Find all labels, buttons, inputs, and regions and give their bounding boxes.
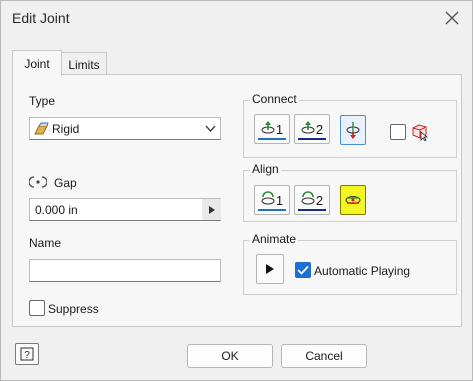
dialog-title: Edit Joint <box>12 10 70 26</box>
suppress-label: Suppress <box>48 302 99 316</box>
type-value: Rigid <box>52 122 80 136</box>
chevron-down-icon <box>205 125 216 132</box>
svg-text:?: ? <box>24 350 30 361</box>
play-icon <box>266 264 274 274</box>
name-input[interactable] <box>29 259 221 282</box>
rigid-joint-icon <box>34 122 49 135</box>
suppress-checkbox[interactable] <box>29 300 45 316</box>
tab-joint[interactable]: Joint <box>12 50 62 76</box>
automatic-playing-checkbox[interactable] <box>295 262 311 278</box>
connect-flip-button[interactable] <box>340 115 366 145</box>
flip-align-icon <box>345 196 361 204</box>
close-button[interactable] <box>440 6 464 30</box>
connect-origin-2-button[interactable]: 2 <box>294 114 330 144</box>
checkmark-icon <box>297 265 309 275</box>
name-label: Name <box>29 236 62 250</box>
connect-label: Connect <box>250 92 299 106</box>
automatic-playing-label: Automatic Playing <box>314 264 411 278</box>
align-label: Align <box>250 162 281 176</box>
close-icon <box>445 11 459 25</box>
ok-button[interactable]: OK <box>187 344 273 368</box>
gap-label: Gap <box>54 176 77 190</box>
animate-label: Animate <box>250 232 299 246</box>
align-2-button[interactable]: 2 <box>294 185 330 215</box>
gap-measure-button[interactable] <box>202 199 221 220</box>
type-dropdown[interactable]: Rigid <box>29 117 221 140</box>
help-icon: ? <box>20 347 34 361</box>
tab-limits[interactable]: Limits <box>61 52 107 76</box>
flip-icon <box>346 122 360 139</box>
gap-input[interactable]: 0.000 in <box>29 198 221 221</box>
connect-origin-icon <box>261 121 275 134</box>
connect-origin-1-button[interactable]: 1 <box>254 114 290 144</box>
type-label: Type <box>29 94 56 108</box>
connect-option-checkbox[interactable] <box>390 124 406 140</box>
animate-play-button[interactable] <box>256 254 284 284</box>
align-1-button[interactable]: 1 <box>254 185 290 215</box>
play-arrow-icon <box>208 205 215 214</box>
align-icon <box>301 191 315 205</box>
connect-origin-icon <box>301 121 315 134</box>
gap-value: 0.000 in <box>35 203 78 217</box>
align-icon <box>261 191 275 205</box>
align-flip-button[interactable] <box>340 185 366 215</box>
cube-select-icon <box>412 124 429 141</box>
cancel-button[interactable]: Cancel <box>281 344 367 368</box>
help-button[interactable]: ? <box>15 343 39 365</box>
gap-icon <box>29 176 47 188</box>
